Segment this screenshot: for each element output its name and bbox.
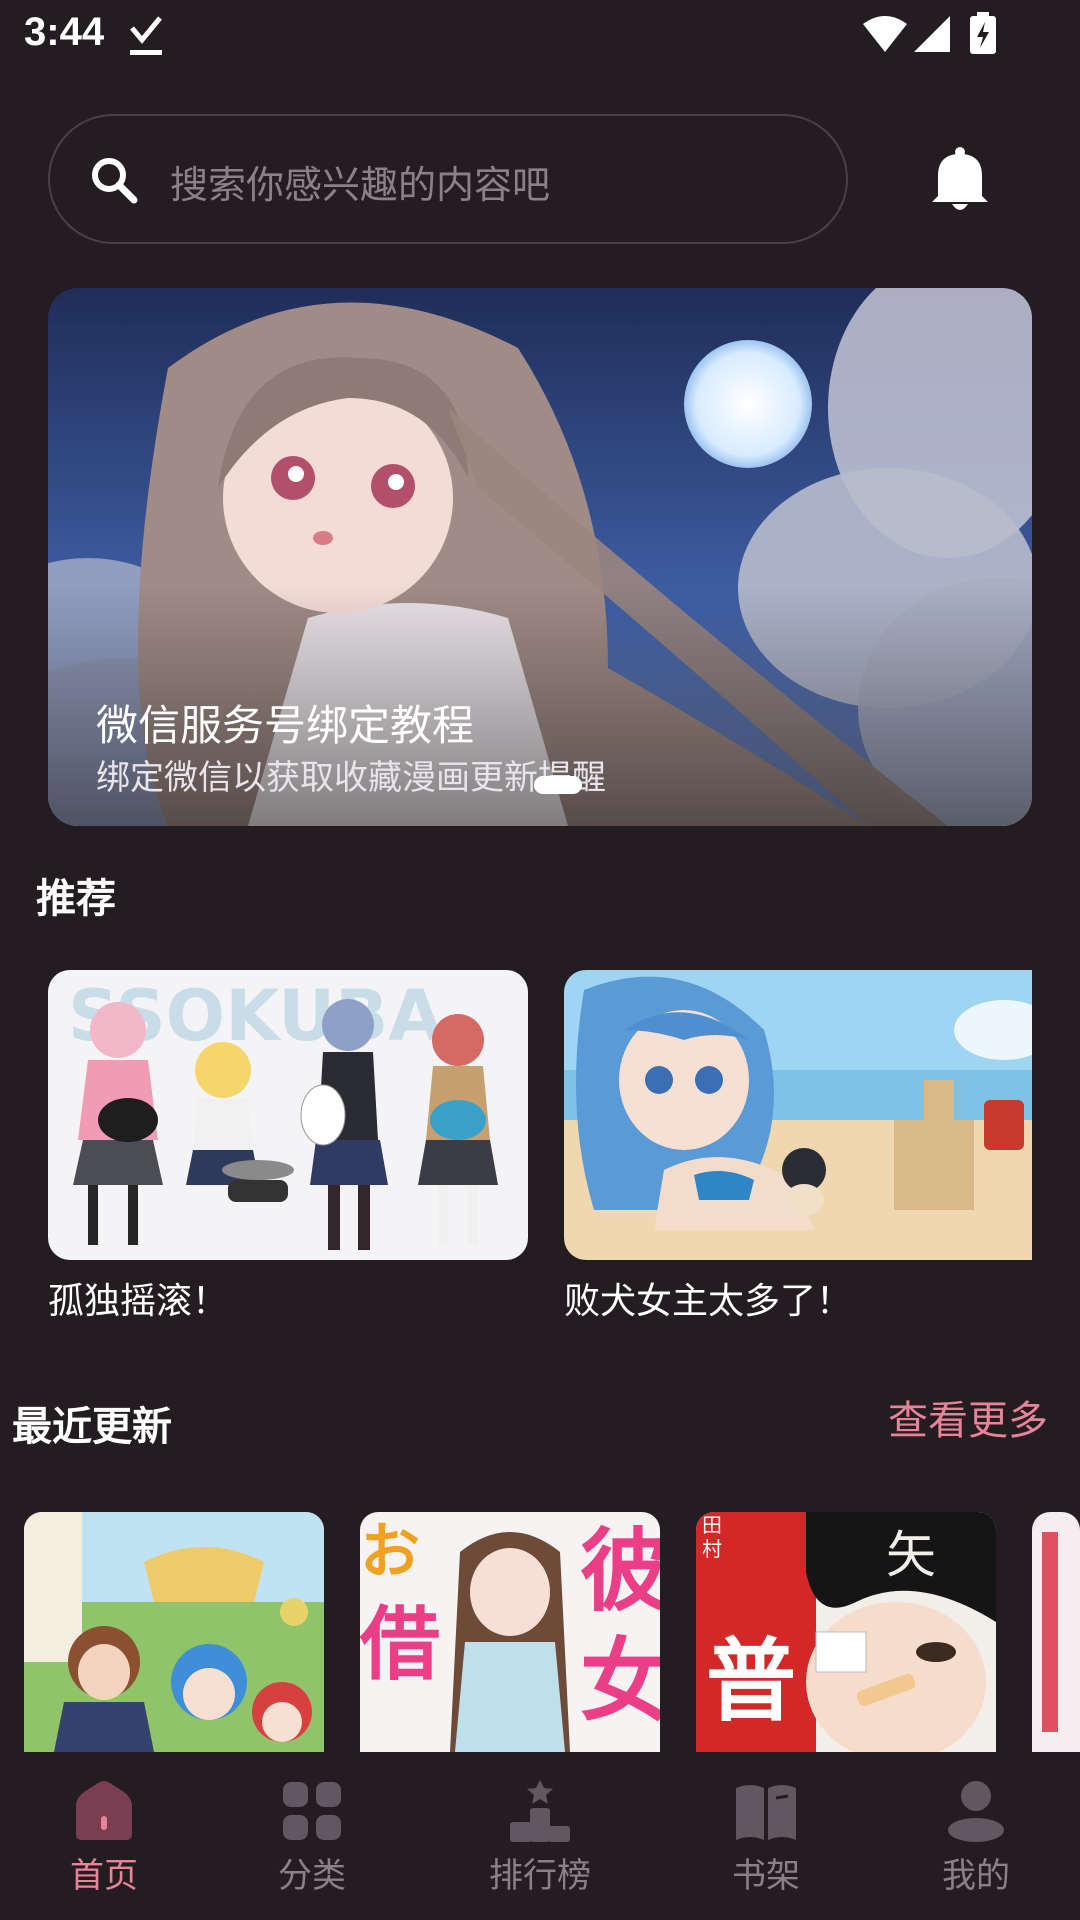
svg-text:矢: 矢 bbox=[886, 1526, 936, 1584]
svg-text:普: 普 bbox=[706, 1629, 796, 1734]
beach-girl-cover bbox=[564, 970, 1032, 1260]
band-girls-cover: SSOKUBA bbox=[48, 970, 528, 1260]
banner[interactable]: 微信服务号绑定教程 绑定微信以获取收藏漫画更新提醒 bbox=[48, 288, 1032, 826]
book-icon bbox=[736, 1785, 796, 1840]
nav-profile[interactable]: 我的 bbox=[886, 1752, 1066, 1920]
nav-label-home: 首页 bbox=[70, 1856, 138, 1896]
person-icon bbox=[948, 1781, 1004, 1842]
partial-cover bbox=[1032, 1512, 1080, 1752]
signal-icon bbox=[914, 16, 950, 52]
recommend-title-1[interactable]: 孤独摇滚！ bbox=[48, 1272, 228, 1324]
banner-indicator bbox=[534, 776, 582, 794]
bell-icon[interactable] bbox=[928, 146, 992, 212]
download-done-icon bbox=[130, 16, 162, 55]
bottom-nav: 首页 分类 排行榜 书架 我的 bbox=[0, 1752, 1080, 1920]
girlfriend-cover: お 彼 借 女 bbox=[360, 1512, 660, 1752]
search-placeholder: 搜索你感兴趣的内容吧 bbox=[170, 163, 551, 207]
see-more-link[interactable]: 查看更多 bbox=[888, 1388, 1048, 1446]
search-icon bbox=[92, 158, 138, 204]
svg-text:女: 女 bbox=[580, 1629, 660, 1734]
nav-label-category: 分类 bbox=[278, 1856, 346, 1896]
nav-label-ranking: 排行榜 bbox=[489, 1856, 591, 1896]
recent-card-4[interactable] bbox=[1032, 1512, 1080, 1752]
nav-category[interactable]: 分类 bbox=[222, 1752, 402, 1920]
nav-bookshelf[interactable]: 书架 bbox=[676, 1752, 856, 1920]
banner-title: 微信服务号绑定教程 bbox=[96, 701, 475, 750]
grid-icon bbox=[283, 1782, 341, 1840]
recommend-card-1[interactable]: SSOKUBA bbox=[48, 970, 528, 1260]
yano-kun-cover: 田 村 普 矢 bbox=[696, 1512, 996, 1752]
nav-label-bookshelf: 书架 bbox=[732, 1856, 800, 1896]
nav-ranking[interactable]: 排行榜 bbox=[450, 1752, 630, 1920]
wifi-icon bbox=[863, 16, 907, 52]
recent-title: 最近更新 bbox=[12, 1404, 172, 1450]
home-icon bbox=[76, 1781, 132, 1840]
recent-card-2[interactable]: お 彼 借 女 bbox=[360, 1512, 660, 1752]
svg-text:借: 借 bbox=[360, 1598, 440, 1691]
banner-subtitle: 绑定微信以获取收藏漫画更新提醒 bbox=[96, 758, 606, 798]
recent-card-3[interactable]: 田 村 普 矢 bbox=[696, 1512, 996, 1752]
nav-label-profile: 我的 bbox=[942, 1856, 1010, 1896]
search-input[interactable]: 搜索你感兴趣的内容吧 bbox=[48, 114, 848, 244]
status-time: 3:44 bbox=[24, 10, 105, 54]
status-bar: 3:44 bbox=[0, 0, 1080, 72]
recommend-title-2[interactable]: 败犬女主太多了！ bbox=[564, 1272, 852, 1324]
fantasy-adventure-cover bbox=[24, 1512, 324, 1752]
svg-text:お: お bbox=[360, 1517, 420, 1587]
recommend-title: 推荐 bbox=[36, 876, 116, 922]
svg-text:田: 田 bbox=[702, 1513, 722, 1537]
nav-home[interactable]: 首页 bbox=[14, 1752, 194, 1920]
ranking-icon bbox=[510, 1780, 570, 1842]
recommend-card-2[interactable] bbox=[564, 970, 1032, 1260]
svg-text:彼: 彼 bbox=[580, 1519, 660, 1624]
recent-card-1[interactable] bbox=[24, 1512, 324, 1752]
battery-charging-icon bbox=[970, 12, 996, 54]
svg-text:村: 村 bbox=[702, 1537, 722, 1561]
